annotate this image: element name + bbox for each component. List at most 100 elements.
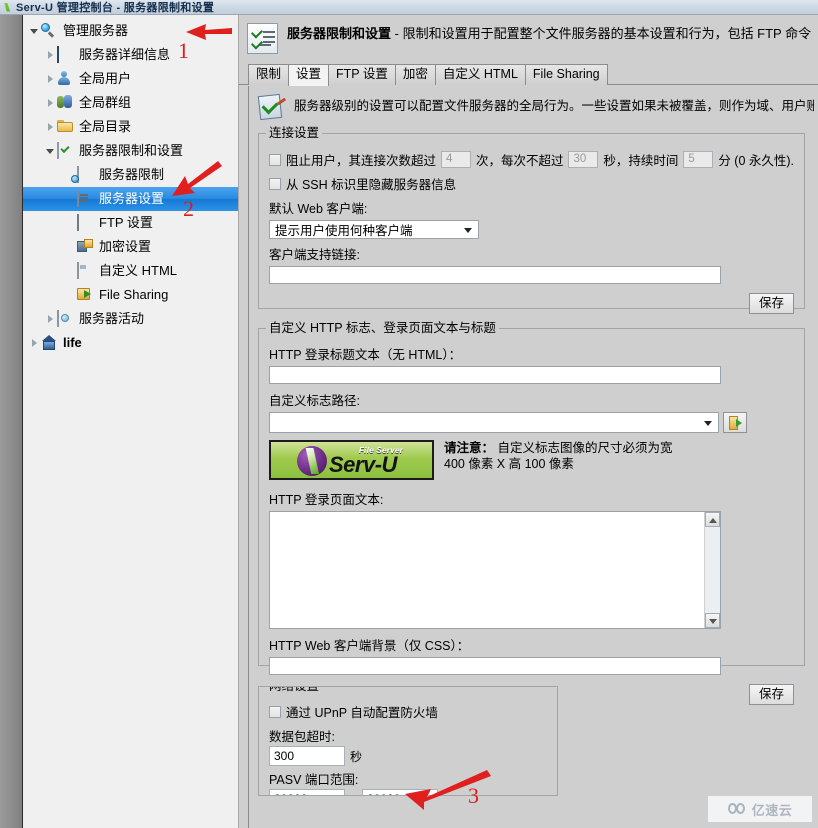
textarea-scrollbar[interactable] [704, 512, 720, 628]
scroll-down-button[interactable] [705, 613, 720, 628]
tab-file-sharing[interactable]: File Sharing [524, 64, 608, 85]
tab-limits[interactable]: 限制 [248, 64, 290, 85]
pasv-range-separator: - [354, 792, 358, 795]
network-settings-group: 网络设置 通过 UPnP 自动配置防火墙 数据包超时: 300 秒 PASV 端… [258, 686, 558, 796]
sidebar-item-global-users[interactable]: 全局用户 [23, 67, 238, 91]
default-web-client-select[interactable]: 提示用户使用何种客户端 [269, 220, 479, 239]
home-icon [41, 335, 58, 351]
navigation-tree[interactable]: 管理服务器 服务器详细信息 全局用户 全局群组 全局目录 服务器限制和设置 服务… [23, 15, 239, 828]
sidebar-item-server-limits-and-settings[interactable]: 服务器限制和设置 [23, 139, 238, 163]
block-user-checkbox[interactable] [269, 153, 281, 166]
sidebar-item-life[interactable]: life [23, 331, 238, 355]
upnp-checkbox[interactable] [269, 705, 281, 718]
sidebar-item-label: File Sharing [99, 287, 169, 302]
expander-closed-icon[interactable] [43, 67, 57, 91]
web-client-bg-input[interactable] [269, 657, 721, 675]
sidebar-item-server-activity[interactable]: 服务器活动 [23, 307, 238, 331]
sidebar-item-global-groups[interactable]: 全局群组 [23, 91, 238, 115]
logo-note-bold: 请注意： [444, 441, 495, 455]
tab-bar[interactable]: 限制 设置 FTP 设置 加密 自定义 HTML File Sharing [239, 63, 818, 86]
info-banner: 服务器级别的设置可以配置文件服务器的全局行为。一些设置如果未被覆盖，则作为域、用… [249, 86, 818, 127]
limits-icon [77, 166, 94, 183]
packet-timeout-unit: 秒 [350, 749, 363, 764]
monitor-icon [57, 46, 74, 63]
block-user-text-c: 秒，持续时间 [603, 154, 679, 168]
sidebar-item-custom-html[interactable]: 自定义 HTML [23, 259, 238, 283]
upnp-label: 通过 UPnP 自动配置防火墙 [286, 706, 438, 720]
html-icon [77, 262, 94, 279]
tab-settings[interactable]: 设置 [288, 64, 330, 86]
save-button-custom-http[interactable]: 保存 [748, 684, 794, 705]
hide-ssh-row: 从 SSH 标识里隐藏服务器信息 [269, 174, 794, 193]
sidebar-item-server-settings[interactable]: 服务器设置 [23, 187, 238, 211]
expander-closed-icon[interactable] [43, 115, 57, 139]
sidebar-item-label: 管理服务器 [63, 23, 129, 38]
block-user-seconds-input[interactable]: 30 [568, 151, 599, 168]
tab-ftp-settings[interactable]: FTP 设置 [328, 64, 396, 85]
http-login-page-textarea[interactable] [269, 511, 721, 629]
sidebar-item-label: 自定义 HTML [99, 263, 178, 278]
sidebar-item-server-limits[interactable]: 服务器限制 [23, 163, 238, 187]
scroll-up-button[interactable] [705, 512, 720, 527]
block-user-text-d: 分 (0 永久性). [718, 154, 795, 168]
custom-http-legend: 自定义 HTTP 标志、登录页面文本与标题 [266, 321, 499, 335]
settings-icon [77, 190, 94, 207]
pasv-range-to-input[interactable]: 20020 [362, 789, 438, 795]
default-web-client-value: 提示用户使用何种客户端 [275, 224, 413, 238]
block-user-text-a: 阻止用户，其连接次数超过 [286, 154, 437, 168]
magnifier-icon [41, 23, 58, 39]
sidebar-item-label: 全局用户 [79, 71, 132, 86]
open-folder-icon[interactable] [723, 412, 747, 433]
connection-settings-group: 连接设置 阻止用户，其连接次数超过 4 次，每次不超过 30 秒，持续时间 5 … [258, 126, 805, 314]
chevron-down-icon [704, 420, 712, 426]
page-header: 服务器限制和设置 - 限制和设置用于配置整个文件服务器的基本设置和行为，包括 F… [239, 15, 818, 63]
sidebar-item-label: life [63, 335, 82, 350]
custom-http-group: 自定义 HTTP 标志、登录页面文本与标题 HTTP 登录标题文本（无 HTML… [258, 321, 805, 705]
logo-size-note: 请注意： 自定义标志图像的尺寸必须为宽 400 像素 X 高 100 像素 [444, 440, 694, 472]
expander-closed-icon[interactable] [27, 331, 41, 355]
expander-closed-icon[interactable] [43, 43, 57, 67]
logo-brand: Serv-U [329, 452, 397, 477]
sidebar-item-label: 服务器详细信息 [79, 47, 171, 62]
http-login-title-label: HTTP 登录标题文本（无 HTML）： [269, 348, 462, 362]
tab-encryption[interactable]: 加密 [394, 64, 436, 85]
sidebar-item-label: 全局目录 [79, 119, 132, 134]
servu-logo-icon [2, 2, 13, 13]
expander-closed-icon[interactable] [43, 91, 57, 115]
hide-ssh-checkbox[interactable] [269, 177, 281, 190]
packet-timeout-input[interactable]: 300 [269, 746, 345, 766]
logo-path-select[interactable] [269, 412, 719, 433]
block-user-minutes-input[interactable]: 5 [683, 151, 714, 168]
expander-open-icon[interactable] [27, 19, 41, 43]
annotation-number-1: 1 [178, 38, 189, 63]
page-title: 服务器限制和设置 [287, 26, 392, 41]
checklist-icon [247, 23, 278, 54]
logo-path-label: 自定义标志路径: [269, 394, 360, 408]
tab-custom-html[interactable]: 自定义 HTML [434, 64, 526, 85]
sidebar-item-file-sharing[interactable]: File Sharing [23, 283, 238, 307]
expander-closed-icon[interactable] [43, 307, 57, 331]
sidebar-item-label: 服务器设置 [99, 191, 165, 206]
block-user-attempts-input[interactable]: 4 [441, 151, 471, 168]
block-user-text-b: 次，每次不超过 [475, 154, 564, 168]
expander-open-icon[interactable] [43, 139, 57, 163]
annotation-number-3: 3 [468, 783, 479, 808]
http-login-page-text-label: HTTP 登录页面文本: [269, 493, 384, 507]
sidebar-item-ftp-settings[interactable]: FTP 设置 [23, 211, 238, 235]
watermark-text: 亿速云 [751, 802, 793, 818]
sidebar-item-global-directories[interactable]: 全局目录 [23, 115, 238, 139]
sidebar-item-encryption-settings[interactable]: 加密设置 [23, 235, 238, 259]
pasv-range-from-input[interactable]: 20000 [269, 789, 345, 795]
expander-placeholder [63, 283, 77, 307]
hide-ssh-label: 从 SSH 标识里隐藏服务器信息 [286, 178, 457, 192]
http-login-title-input[interactable] [269, 366, 721, 384]
sidebar-item-server-details[interactable]: 服务器详细信息 [23, 43, 238, 67]
watermark: 亿速云 [708, 796, 812, 822]
scroll-track[interactable] [705, 527, 720, 613]
group-icon [57, 95, 74, 111]
client-support-link-input[interactable] [269, 266, 721, 284]
activity-icon [57, 310, 74, 327]
save-button-connection[interactable]: 保存 [748, 293, 794, 314]
sidebar-item-manage-server[interactable]: 管理服务器 [23, 19, 238, 43]
sidebar-item-label: 服务器限制 [99, 167, 165, 182]
